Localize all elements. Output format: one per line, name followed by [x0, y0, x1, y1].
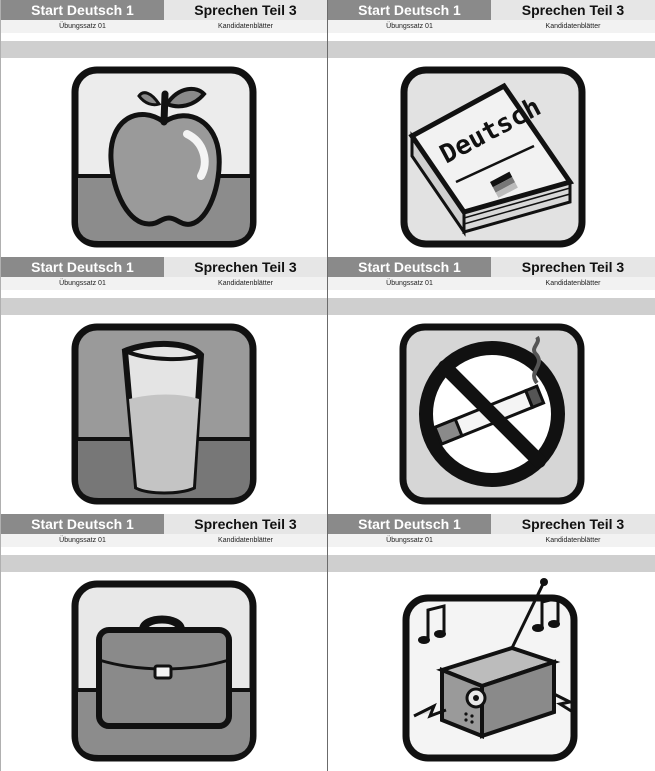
brand-label: Start Deutsch 1	[328, 514, 491, 534]
brand-label: Start Deutsch 1	[1, 257, 164, 277]
card-subheader: Übungssatz 01 Kandidatenblätter	[328, 277, 655, 291]
picture-area	[328, 314, 655, 514]
picture-area	[1, 57, 327, 257]
sheet-label: Kandidatenblätter	[218, 23, 273, 30]
brand-label: Start Deutsch 1	[328, 257, 491, 277]
card-header: Start Deutsch 1 Sprechen Teil 3	[1, 514, 327, 534]
card-header: Start Deutsch 1 Sprechen Teil 3	[328, 514, 655, 534]
book-icon: Deutsch	[400, 66, 585, 248]
card-subheader: Übungssatz 01 Kandidatenblätter	[1, 534, 327, 548]
card-subheader: Übungssatz 01 Kandidatenblätter	[328, 20, 655, 34]
picture-area	[1, 314, 327, 514]
brand-label: Start Deutsch 1	[1, 514, 164, 534]
part-label: Sprechen Teil 3	[491, 257, 655, 277]
sheet-label: Kandidatenblätter	[218, 537, 273, 544]
set-label: Übungssatz 01	[386, 537, 433, 544]
part-label: Sprechen Teil 3	[491, 0, 655, 20]
card-grid: Start Deutsch 1 Sprechen Teil 3 Übungssa…	[0, 0, 655, 771]
grey-band	[1, 41, 327, 58]
set-label: Übungssatz 01	[386, 23, 433, 30]
grey-band	[328, 298, 655, 315]
card-no-smoking: Start Deutsch 1 Sprechen Teil 3 Übungssa…	[327, 257, 655, 514]
card-header: Start Deutsch 1 Sprechen Teil 3	[328, 0, 655, 20]
picture-area	[1, 571, 327, 771]
card-briefcase: Start Deutsch 1 Sprechen Teil 3 Übungssa…	[0, 514, 327, 771]
sheet-label: Kandidatenblätter	[545, 280, 601, 287]
set-label: Übungssatz 01	[59, 23, 106, 30]
grey-band	[328, 555, 655, 572]
set-label: Übungssatz 01	[59, 280, 106, 287]
picture-area	[328, 571, 655, 771]
card-book: Start Deutsch 1 Sprechen Teil 3 Übungssa…	[327, 0, 655, 257]
sheet-label: Kandidatenblätter	[545, 537, 601, 544]
briefcase-icon	[71, 580, 257, 762]
card-subheader: Übungssatz 01 Kandidatenblätter	[1, 20, 327, 34]
brand-label: Start Deutsch 1	[328, 0, 491, 20]
sheet-label: Kandidatenblätter	[218, 280, 273, 287]
brand-label: Start Deutsch 1	[1, 0, 164, 20]
grey-band	[328, 41, 655, 58]
card-subheader: Übungssatz 01 Kandidatenblätter	[328, 534, 655, 548]
part-label: Sprechen Teil 3	[164, 514, 327, 534]
picture-area: Deutsch	[328, 57, 655, 257]
part-label: Sprechen Teil 3	[164, 257, 327, 277]
card-header: Start Deutsch 1 Sprechen Teil 3	[1, 0, 327, 20]
grey-band	[1, 555, 327, 572]
glass-icon	[71, 323, 257, 505]
apple-icon	[71, 66, 257, 248]
part-label: Sprechen Teil 3	[491, 514, 655, 534]
set-label: Übungssatz 01	[59, 537, 106, 544]
set-label: Übungssatz 01	[386, 280, 433, 287]
card-header: Start Deutsch 1 Sprechen Teil 3	[1, 257, 327, 277]
radio-icon	[402, 578, 577, 762]
card-apple: Start Deutsch 1 Sprechen Teil 3 Übungssa…	[0, 0, 327, 257]
grey-band	[1, 298, 327, 315]
no-smoking-icon	[399, 323, 584, 505]
card-radio: Start Deutsch 1 Sprechen Teil 3 Übungssa…	[327, 514, 655, 771]
sheet-label: Kandidatenblätter	[545, 23, 601, 30]
part-label: Sprechen Teil 3	[164, 0, 327, 20]
card-subheader: Übungssatz 01 Kandidatenblätter	[1, 277, 327, 291]
card-header: Start Deutsch 1 Sprechen Teil 3	[328, 257, 655, 277]
card-glass: Start Deutsch 1 Sprechen Teil 3 Übungssa…	[0, 257, 327, 514]
